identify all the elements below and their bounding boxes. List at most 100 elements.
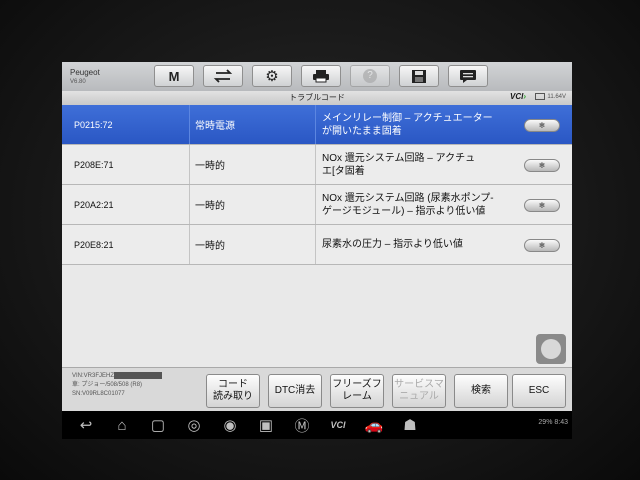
dtc-description-line: が開いたまま固着	[322, 125, 402, 137]
help-button[interactable]: ?	[350, 65, 390, 87]
esc-button[interactable]: ESC	[512, 374, 566, 408]
dtc-row[interactable]: P0215:72 常時電源 メインリレー制御 – アクチュエーター が開いたまま固…	[62, 105, 572, 145]
settings-button[interactable]: ⚙	[252, 65, 292, 87]
dtc-description: NOx 還元システム回路 (尿素水ポンプ- ゲージモジュール) – 指示より低い値	[322, 185, 522, 224]
vehicle-info: VIN:VR3FJEHZ 車: プジョー/508/508 (R8) SN:V09…	[72, 372, 163, 399]
battery-icon	[535, 93, 546, 100]
print-button[interactable]	[301, 65, 341, 87]
button-label-line: DTC消去	[274, 385, 316, 396]
vin-label: VIN:VR3FJEHZ	[72, 373, 115, 380]
column-divider	[189, 225, 190, 264]
vci-connected-icon: ›	[523, 92, 526, 101]
dtc-description-line: ゲージモジュール) – 指示より低い値	[322, 205, 486, 217]
battery-level: 29%	[538, 419, 553, 426]
button-label-line: ニュアル	[399, 391, 439, 402]
dtc-status: 一時的	[195, 241, 225, 252]
vehicle-voltage: 11.64V	[535, 93, 566, 100]
car-icon[interactable]: 🚗	[364, 415, 384, 435]
dtc-help-button[interactable]: ❄	[524, 199, 560, 212]
tablet-device: Peugeot V6.80 M ⚙ ? トラブルコード VCI› 11.64V …	[0, 0, 640, 480]
circle-icon	[541, 339, 561, 359]
snowflake-icon: ❄	[538, 121, 546, 130]
dtc-code: P20A2:21	[74, 199, 114, 210]
app-version: V6.80	[70, 79, 86, 85]
column-divider	[315, 225, 316, 264]
dtc-description-line: メインリレー制御 – アクチュエーター	[322, 112, 493, 124]
recent-apps-icon[interactable]: ▢	[148, 415, 168, 435]
message-button[interactable]	[448, 65, 488, 87]
voltage-value: 11.64V	[547, 94, 566, 101]
vci-icon[interactable]: VCI	[328, 415, 348, 435]
screen-record-icon[interactable]: ▣	[256, 415, 276, 435]
gear-icon: ⚙	[265, 68, 279, 85]
home-m-icon[interactable]: Ⓜ	[292, 415, 312, 435]
button-label-line: ESC	[528, 385, 550, 396]
home-button[interactable]: M	[154, 65, 194, 87]
dtc-row[interactable]: P208E:71 一時的 NOx 還元システム回路 – アクチュ エ[タ固着 ❄	[62, 145, 572, 185]
snowflake-icon: ❄	[538, 161, 546, 170]
dtc-help-button[interactable]: ❄	[524, 239, 560, 252]
column-divider	[189, 145, 190, 184]
dtc-code: P20E8:21	[74, 239, 114, 250]
dtc-row[interactable]: P20E8:21 一時的 尿素水の圧力 – 指示より低い値 ❄	[62, 225, 572, 265]
home-m-icon: M	[168, 68, 180, 84]
dtc-description-line: NOx 還元システム回路 (尿素水ポンプ-	[322, 192, 494, 204]
vci-indicator: VCI›	[510, 92, 526, 101]
column-divider	[189, 105, 190, 144]
column-divider	[315, 185, 316, 224]
dtc-code: P0215:72	[74, 119, 113, 130]
message-icon	[460, 70, 476, 83]
camera-icon[interactable]: ◉	[220, 415, 240, 435]
button-label-line: サービスマ	[394, 379, 444, 390]
button-label-line: レーム	[342, 391, 372, 402]
dtc-description-line: エ[タ固着	[322, 165, 365, 177]
dtc-description: NOx 還元システム回路 – アクチュ エ[タ固着	[322, 145, 522, 184]
title-bar: トラブルコード VCI› 11.64V	[62, 91, 572, 106]
button-label-line: コード	[218, 379, 248, 390]
home-icon[interactable]: ⌂	[112, 415, 132, 435]
system-status: 29% 8:43	[538, 419, 568, 426]
dtc-help-button[interactable]: ❄	[524, 119, 560, 132]
vin-redacted	[114, 372, 163, 379]
save-button[interactable]	[399, 65, 439, 87]
vehicle-swap-icon	[213, 69, 233, 83]
search-button[interactable]: 検索	[454, 374, 508, 408]
dtc-description-line: 尿素水の圧力 – 指示より低い値	[322, 239, 463, 250]
browser-icon[interactable]: ◎	[184, 415, 204, 435]
app-screen: Peugeot V6.80 M ⚙ ? トラブルコード VCI› 11.64V …	[62, 62, 572, 411]
column-divider	[315, 105, 316, 144]
dtc-description: メインリレー制御 – アクチュエーター が開いたまま固着	[322, 105, 522, 144]
dtc-status: 一時的	[195, 161, 225, 172]
android-nav-bar: ↩ ⌂ ▢ ◎ ◉ ▣ Ⓜ VCI 🚗 ☗ 29% 8:43	[62, 411, 572, 439]
button-label-line: 読み取り	[213, 391, 253, 402]
bottom-action-bar: VIN:VR3FJEHZ 車: プジョー/508/508 (R8) SN:V09…	[62, 367, 572, 411]
clear-dtc-button[interactable]: DTC消去	[268, 374, 322, 408]
clock: 8:43	[554, 419, 568, 426]
vehicle-model: 車: プジョー/508/508 (R8)	[72, 382, 143, 389]
dtc-row[interactable]: P20A2:21 一時的 NOx 還元システム回路 (尿素水ポンプ- ゲージモジュ…	[62, 185, 572, 225]
back-icon[interactable]: ↩	[76, 415, 96, 435]
button-label-line: フリーズフ	[332, 379, 382, 390]
column-divider	[189, 185, 190, 224]
floating-assist-button[interactable]	[536, 334, 566, 364]
dtc-help-button[interactable]: ❄	[524, 159, 560, 172]
freeze-frame-button[interactable]: フリーズフ レーム	[330, 374, 384, 408]
vehicle-swap-button[interactable]	[203, 65, 243, 87]
remote-support-icon[interactable]: ☗	[400, 415, 420, 435]
snowflake-icon: ❄	[538, 241, 546, 250]
dtc-description: 尿素水の圧力 – 指示より低い値	[322, 225, 522, 264]
dtc-status: 一時的	[195, 201, 225, 212]
button-label-line: 検索	[471, 385, 491, 396]
print-icon	[313, 70, 329, 83]
dtc-description-line: NOx 還元システム回路 – アクチュ	[322, 152, 476, 164]
page-title: トラブルコード	[289, 93, 345, 102]
dtc-code: P208E:71	[74, 159, 114, 170]
serial-number: SN:V09RL8C01077	[72, 391, 125, 398]
app-name: Peugeot	[70, 68, 100, 77]
service-manual-button[interactable]: サービスマ ニュアル	[392, 374, 446, 408]
dtc-status: 常時電源	[195, 121, 235, 132]
help-icon: ?	[363, 69, 377, 83]
column-divider	[315, 145, 316, 184]
snowflake-icon: ❄	[538, 201, 546, 210]
read-codes-button[interactable]: コード 読み取り	[206, 374, 260, 408]
